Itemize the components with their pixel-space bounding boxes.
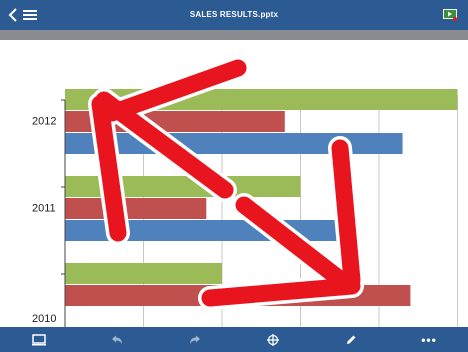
slide-strip [0, 30, 468, 40]
bar-2011-s1 [65, 198, 207, 219]
document-title: SALES RESULTS.pptx [189, 10, 279, 19]
undo-button[interactable] [102, 327, 132, 352]
y-tick-label-2011: 2011 [32, 203, 56, 215]
bar-2010-s2 [65, 263, 222, 284]
slides-panel-icon [32, 333, 46, 345]
top-toolbar: SALES RESULTS.pptx [0, 0, 468, 30]
more-options-icon: ••• [421, 332, 437, 347]
redo-button[interactable] [180, 327, 210, 352]
slide-canvas[interactable]: 2010 2011 2012 [0, 40, 468, 327]
bottom-toolbar: ••• [0, 327, 468, 352]
insert-crosshair-icon [267, 333, 279, 346]
y-tick-label-2012: 2012 [32, 116, 56, 128]
y-tick-label-2010: 2010 [32, 313, 56, 325]
undo-icon [112, 335, 122, 344]
insert-button[interactable] [258, 327, 288, 352]
more-options-button[interactable]: ••• [414, 327, 444, 352]
slides-panel-button[interactable] [24, 327, 54, 352]
pen-button[interactable] [336, 327, 366, 352]
redo-icon [190, 335, 200, 344]
pen-icon [347, 335, 356, 344]
present-slideshow-icon [443, 9, 457, 21]
present-button[interactable] [442, 0, 458, 30]
bar-chart: 2010 2011 2012 [32, 56, 458, 327]
